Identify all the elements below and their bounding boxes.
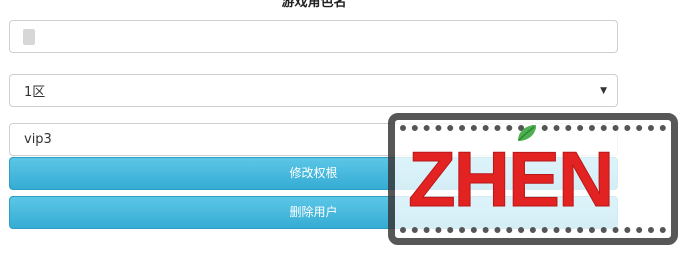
character-name-input[interactable] xyxy=(24,21,603,52)
server-select[interactable]: 1区 ▼ xyxy=(9,74,618,107)
character-name-field[interactable] xyxy=(9,20,618,53)
text-cursor-placeholder xyxy=(23,29,35,45)
vip-input-value: vip3 xyxy=(24,132,52,147)
character-name-label: 游戏角色名 xyxy=(281,0,347,10)
server-select-value: 1区 xyxy=(24,85,46,100)
watermark-text: ZHEN xyxy=(407,135,614,223)
watermark-stamp: ZHEN xyxy=(388,113,678,245)
triangle-down-icon: ▼ xyxy=(600,85,607,96)
